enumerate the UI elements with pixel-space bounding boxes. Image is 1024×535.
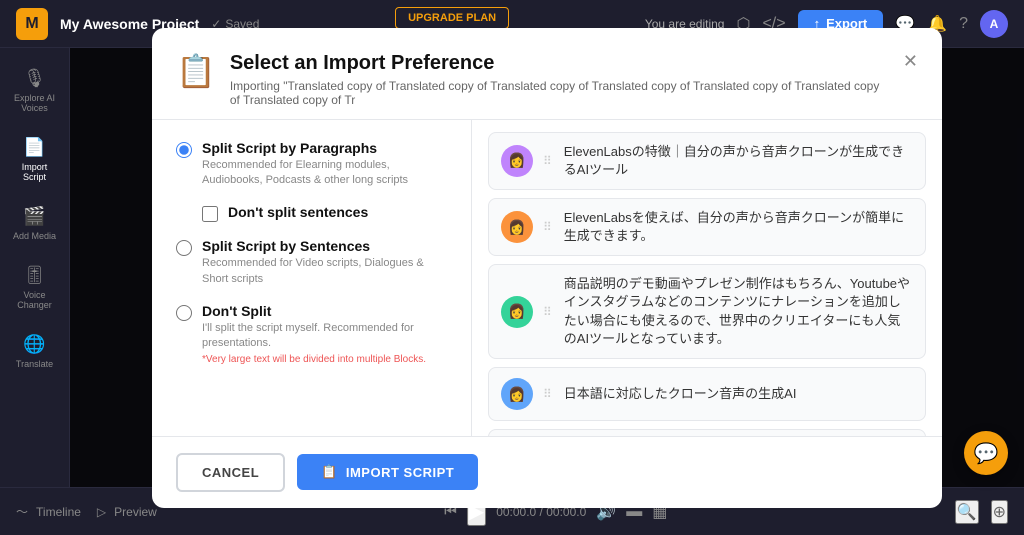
split-sentences-desc: Recommended for Video scripts, Dialogues… [202,256,447,287]
avatar: 👩 [501,378,533,410]
dont-split-label[interactable]: Don't Split I'll split the script myself… [176,303,447,365]
list-item: 👩 ⠿ ElevenLabsの特徴｜自分の声から音声クローンが生成できるAIツー… [488,132,926,190]
avatar: 👩 [501,145,533,177]
list-item: 👩 ⠿ 商品説明のデモ動画やプレゼン制作はもちろん、Youtubeやインスタグラ… [488,264,926,359]
split-paragraphs-option: Split Script by Paragraphs Recommended f… [176,140,447,189]
split-paragraphs-title: Split Script by Paragraphs [202,140,447,156]
drag-handle-icon: ⠿ [543,305,552,319]
close-modal-button[interactable]: ✕ [903,52,918,70]
dont-split-option: Don't Split I'll split the script myself… [176,303,447,365]
dont-split-desc: I'll split the script myself. Recommende… [202,321,447,352]
drag-handle-icon: ⠿ [543,220,552,234]
zoom-icon[interactable]: ⊕ [991,500,1008,524]
add-media-icon: 🎬 [23,206,45,227]
cancel-button[interactable]: CANCEL [176,453,285,492]
timeline-wave-icon: 〜 [16,503,28,520]
dont-split-sentences-option: Don't split sentences [202,204,447,222]
voice-items-panel: 👩 ⠿ ElevenLabsの特徴｜自分の声から音声クローンが生成できるAIツー… [472,120,942,436]
help-icon[interactable]: ? [959,15,968,33]
upgrade-button[interactable]: UPGRADE PLAN [395,7,509,29]
timeline-label: Timeline [36,505,81,519]
avatar: 👩 [501,211,533,243]
voice-changer-icon: 🎚 [23,265,46,286]
sidebar-item-add-media[interactable]: 🎬 Add Media [5,198,65,249]
sidebar-item-voice-changer[interactable]: 🎚 Voice Changer [5,257,65,318]
split-sentences-title: Split Script by Sentences [202,238,447,254]
app-logo: M [16,8,48,40]
translate-icon: 🌐 [23,334,45,355]
drag-handle-icon: ⠿ [543,154,552,168]
sidebar-item-explore-label: Explore AI Voices [11,93,59,113]
sidebar-item-explore-ai-voices[interactable]: 🎙 Explore AI Voices [5,60,65,121]
split-paragraphs-radio[interactable] [176,142,192,158]
dont-split-sentences-checkbox[interactable] [202,206,218,222]
import-icon: 📋 [321,464,338,480]
dont-split-note: *Very large text will be divided into mu… [202,354,447,365]
avatar: 👩 [501,296,533,328]
import-script-icon: 📄 [23,137,45,158]
modal-header: 📋 Select an Import Preference Importing … [152,28,942,120]
bottom-right-controls: 🔍 ⊕ [955,500,1008,524]
search-icon[interactable]: 🔍 [955,500,979,524]
dont-split-radio[interactable] [176,305,192,321]
avatar[interactable]: A [980,10,1008,38]
chat-support-button[interactable]: 💬 [964,431,1008,475]
options-panel: Split Script by Paragraphs Recommended f… [152,120,472,436]
voice-item-text: ElevenLabsの特徴｜自分の声から音声クローンが生成できるAIツール [564,143,913,179]
modal-overlay: 📋 Select an Import Preference Importing … [70,48,1024,487]
import-script-button[interactable]: 📋 IMPORT SCRIPT [297,454,478,490]
preview-section: ▷ Preview [97,505,157,519]
preview-label: Preview [114,505,157,519]
content-area: 📋 Select an Import Preference Importing … [70,48,1024,487]
modal-title-area: Select an Import Preference Importing "T… [230,52,889,107]
explore-ai-voices-icon: 🎙 [23,68,46,89]
sidebar-item-voice-changer-label: Voice Changer [11,290,59,310]
preview-icon: ▷ [97,505,106,519]
sidebar: 🎙 Explore AI Voices 📄 Import Script 🎬 Ad… [0,48,70,487]
sidebar-item-translate-label: Translate [16,359,53,369]
dont-split-sentences-title: Don't split sentences [228,204,368,220]
import-preference-modal: 📋 Select an Import Preference Importing … [152,28,942,508]
sidebar-item-translate[interactable]: 🌐 Translate [5,326,65,377]
sidebar-item-import-script[interactable]: 📄 Import Script [5,129,65,190]
split-paragraphs-desc: Recommended for Elearning modules, Audio… [202,158,447,189]
main-layout: 🎙 Explore AI Voices 📄 Import Script 🎬 Ad… [0,48,1024,487]
modal-subtitle: Importing "Translated copy of Translated… [230,79,889,107]
dont-split-title: Don't Split [202,303,447,319]
chat-icon: 💬 [974,441,999,466]
drag-handle-icon: ⠿ [543,387,552,401]
voice-item-text: 日本語に対応したクローン音声の生成AI [564,385,913,403]
clipboard-icon: 📋 [176,52,216,90]
modal-body: Split Script by Paragraphs Recommended f… [152,120,942,436]
modal-footer: CANCEL 📋 IMPORT SCRIPT [152,436,942,508]
split-sentences-label[interactable]: Split Script by Sentences Recommended fo… [176,238,447,287]
sidebar-item-import-label: Import Script [11,162,59,182]
timeline-section: 〜 Timeline [16,503,81,520]
split-sentences-radio[interactable] [176,240,192,256]
dont-split-sentences-label[interactable]: Don't split sentences [202,204,447,222]
split-paragraphs-label[interactable]: Split Script by Paragraphs Recommended f… [176,140,447,189]
split-sentences-option: Split Script by Sentences Recommended fo… [176,238,447,287]
list-item: 👩 ⠿ 日本語に対応したクローン音声の生成AI [488,367,926,421]
modal-title: Select an Import Preference [230,52,889,75]
sidebar-item-add-media-label: Add Media [13,231,56,241]
voice-item-text: ElevenLabsを使えば、自分の声から音声クローンが簡単に生成できます。 [564,209,913,245]
list-item: 👩 ⠿ ElevenLabsを使えば、自分の声から音声クローンが簡単に生成できま… [488,198,926,256]
voice-item-text: 商品説明のデモ動画やプレゼン制作はもちろん、Youtubeやインスタグラムなどの… [564,275,913,348]
